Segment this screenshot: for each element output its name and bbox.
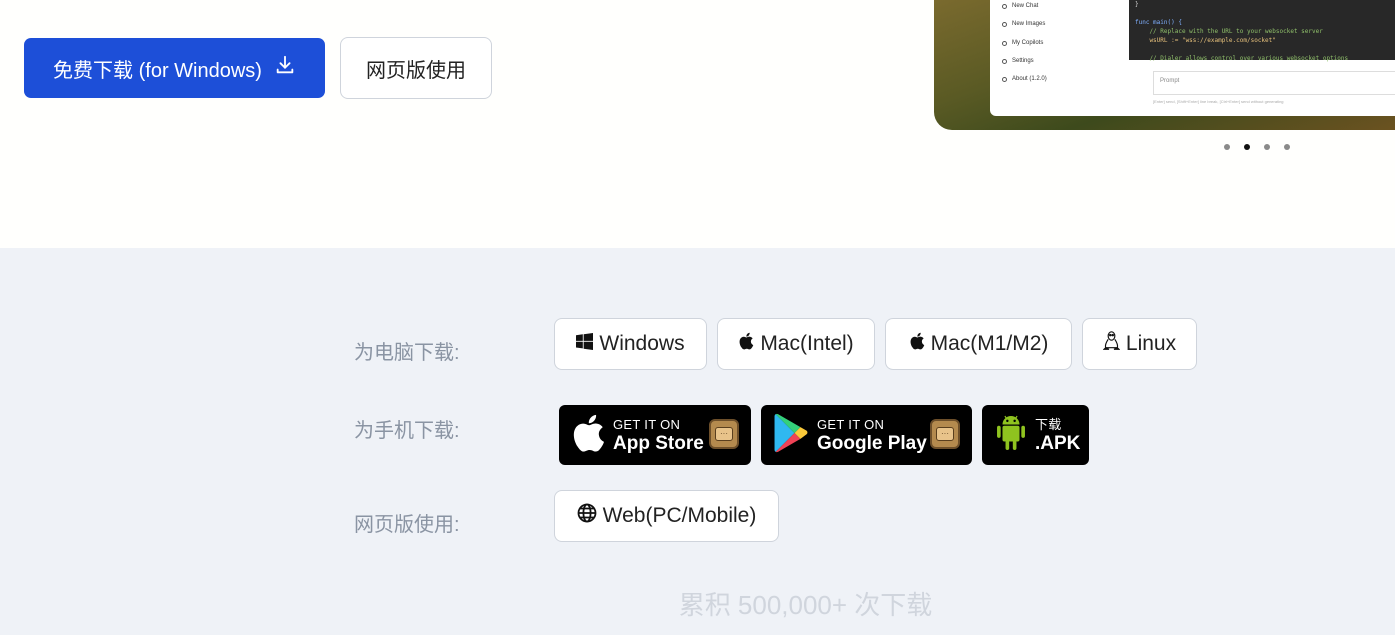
download-count-container: 累积 500,000+ 次下载 [0, 585, 1395, 622]
google-play-button[interactable]: GET IT ON Google Play ··· [761, 405, 972, 465]
app-logo-icon: ··· [930, 419, 960, 449]
app-store-small-label: GET IT ON [613, 416, 681, 432]
preview-sidebar-label: New Chat [1012, 3, 1039, 9]
web-usage-label: 网页版使用: [354, 514, 460, 536]
preview-sidebar-label: New Images [1012, 21, 1046, 27]
pc-download-label: 为电脑下载: [354, 342, 460, 364]
web-version-label: 网页版使用 [366, 59, 466, 82]
android-icon [994, 413, 1028, 458]
download-windows-label: 免费下载 (for Windows) [53, 59, 262, 82]
preview-sidebar-item: My Copilots [1002, 40, 1043, 46]
windows-download-label: Windows [599, 332, 685, 355]
globe-icon [577, 503, 597, 529]
preview-sidebar-item: Settings [1002, 58, 1034, 64]
preview-code-block: } func main() { // Replace with the URL … [1129, 0, 1395, 62]
carousel-dot[interactable] [1224, 144, 1230, 150]
app-screenshot-preview: New Chat New Images My Copilots Settings… [934, 0, 1395, 130]
carousel-dot-active[interactable] [1244, 144, 1250, 150]
google-play-big-label: Google Play [817, 432, 927, 454]
google-play-small-label: GET IT ON [817, 416, 885, 432]
mac-intel-download-button[interactable]: Mac(Intel) [717, 318, 875, 370]
apple-icon [909, 332, 925, 356]
preview-sidebar-label: About (1.2.0) [1012, 76, 1047, 82]
windows-download-button[interactable]: Windows [554, 318, 707, 370]
app-store-button[interactable]: GET IT ON App Store ··· [559, 405, 751, 465]
apk-download-button[interactable]: 下载 .APK [982, 405, 1089, 465]
code-line: func main() { [1135, 19, 1182, 26]
apk-big-label: .APK [1035, 432, 1081, 454]
info-icon [1002, 76, 1007, 82]
settings-icon [1002, 58, 1007, 64]
hero-section: 免费下载 (for Windows) 网页版使用 New Chat New Im… [0, 0, 1395, 248]
web-version-button[interactable]: 网页版使用 [340, 37, 492, 99]
download-count-text: 累积 500,000+ 次下载 [678, 590, 933, 620]
linux-icon [1102, 331, 1121, 357]
linux-download-button[interactable]: Linux [1082, 318, 1197, 370]
new-chat-icon [1002, 3, 1007, 9]
preview-app-window: New Chat New Images My Copilots Settings… [990, 0, 1395, 116]
download-windows-button[interactable]: 免费下载 (for Windows) [24, 38, 325, 98]
apk-small-label: 下载 [1035, 416, 1062, 432]
apple-icon [571, 413, 605, 458]
carousel-dot[interactable] [1284, 144, 1290, 150]
code-line: } [1135, 1, 1139, 8]
copilot-icon [1002, 40, 1007, 46]
google-play-icon [773, 413, 809, 458]
preview-prompt-input: Prompt [1153, 71, 1395, 95]
mac-m1-download-label: Mac(M1/M2) [930, 332, 1049, 355]
windows-icon [576, 332, 594, 356]
app-store-big-label: App Store [613, 432, 704, 454]
preview-sidebar: New Chat New Images My Copilots Settings… [990, 0, 1096, 116]
download-section: 为电脑下载: Windows Mac(Intel) Mac(M1/M2) Lin… [0, 248, 1395, 635]
web-pc-mobile-button[interactable]: Web(PC/Mobile) [554, 490, 779, 542]
preview-hint: [Enter] send, [Shift+Enter] line break, … [1153, 99, 1284, 104]
preview-sidebar-label: My Copilots [1012, 40, 1044, 46]
preview-sidebar-label: Settings [1012, 58, 1034, 64]
image-icon [1002, 21, 1007, 27]
web-pc-mobile-label: Web(PC/Mobile) [602, 504, 757, 527]
preview-prompt-placeholder: Prompt [1160, 78, 1180, 84]
preview-sidebar-item: About (1.2.0) [1002, 76, 1047, 82]
mac-intel-download-label: Mac(Intel) [760, 332, 854, 355]
code-line: wsURL := "wss://example.com/socket" [1135, 37, 1276, 44]
mac-m1-download-button[interactable]: Mac(M1/M2) [885, 318, 1072, 370]
app-logo-icon: ··· [709, 419, 739, 449]
preview-sidebar-item: New Chat [1002, 3, 1038, 9]
mobile-download-label: 为手机下载: [354, 420, 460, 442]
code-line: // Dialer allows control over various we… [1135, 55, 1349, 62]
download-icon [274, 54, 296, 82]
carousel-dots [1224, 144, 1290, 150]
code-line: // Replace with the URL to your websocke… [1135, 28, 1323, 35]
apple-icon [738, 332, 754, 356]
linux-download-label: Linux [1125, 332, 1177, 355]
carousel-dot[interactable] [1264, 144, 1270, 150]
preview-sidebar-item: New Images [1002, 21, 1045, 27]
